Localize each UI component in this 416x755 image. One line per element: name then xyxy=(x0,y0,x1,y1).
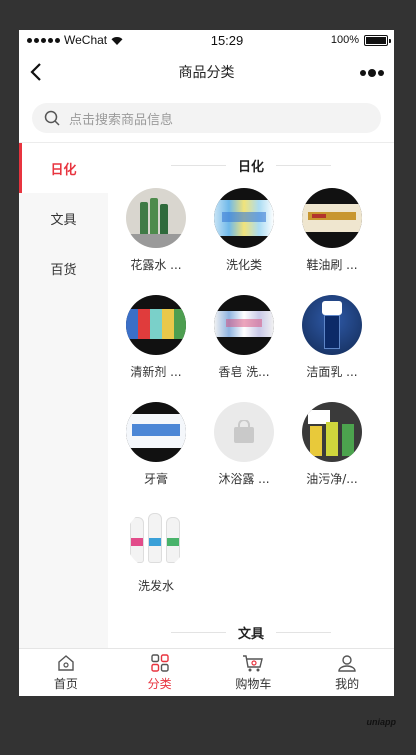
grid-item-label: 牙膏 xyxy=(143,472,168,486)
grid-item-label: 沐浴露 ... xyxy=(218,472,270,486)
grid-item-label: 洗化类 xyxy=(225,258,262,272)
section-title: 文具 xyxy=(108,610,394,649)
carrier-label: WeChat xyxy=(64,33,108,47)
shopping-bag-placeholder-image xyxy=(214,402,274,462)
sidebar-item-rihua[interactable]: 日化 xyxy=(19,143,108,193)
category-content: 日化 花露水 ... 洗化类 鞋油刷 ... 清新剂 ... 香皂 洗... 洁… xyxy=(108,143,394,649)
category-grid-icon xyxy=(150,654,169,672)
search-icon xyxy=(44,110,60,126)
floral-water-image xyxy=(126,188,186,248)
sidebar-item-baihuo[interactable]: 百货 xyxy=(19,243,108,293)
tab-cart[interactable]: 购物车 xyxy=(207,649,301,696)
shampoo-image xyxy=(126,509,186,569)
search-input[interactable]: 点击搜索商品信息 xyxy=(32,103,381,133)
tab-home[interactable]: 首页 xyxy=(19,649,113,696)
grid-item[interactable]: 鞋油刷 ... xyxy=(288,188,376,273)
wifi-icon xyxy=(111,36,123,45)
grid-item[interactable]: 洗发水 xyxy=(112,509,200,594)
soap-image xyxy=(214,295,274,355)
tab-mine[interactable]: 我的 xyxy=(300,649,394,696)
toiletries-image xyxy=(214,188,274,248)
home-icon xyxy=(58,655,74,671)
grid-item-label: 清新剂 ... xyxy=(130,365,182,379)
cart-icon xyxy=(243,655,264,672)
search-placeholder: 点击搜索商品信息 xyxy=(69,112,174,128)
category-sidebar: 日化 文具 百货 xyxy=(19,143,108,649)
grid-item-label: 洁面乳 ... xyxy=(306,365,358,379)
section-title: 日化 xyxy=(108,143,394,188)
status-time: 15:29 xyxy=(210,32,244,48)
degreaser-image xyxy=(302,402,362,462)
page-title: 商品分类 xyxy=(178,65,235,81)
watermark-logo: uniapp xyxy=(366,717,397,727)
phone-frame: WeChat 15:29 100% 商品分类 点击搜索商品信息 日化 文具 百货 xyxy=(19,30,394,696)
grid-item-label: 洗发水 xyxy=(137,579,174,593)
shopping-bag-icon xyxy=(234,420,254,443)
grid-item[interactable]: 油污净/... xyxy=(288,402,376,487)
grid-item[interactable]: 清新剂 ... xyxy=(112,295,200,380)
grid-item[interactable]: 沐浴露 ... xyxy=(200,402,288,487)
air-freshener-image xyxy=(126,295,186,355)
grid-item-label: 鞋油刷 ... xyxy=(306,258,358,272)
user-icon xyxy=(338,655,356,672)
battery-percent: 100% xyxy=(330,34,359,46)
tab-bar: 首页 分类 购物车 我的 xyxy=(19,648,394,696)
grid-item-label: 油污净/... xyxy=(306,472,358,486)
tab-category[interactable]: 分类 xyxy=(113,649,207,696)
back-arrow-icon[interactable] xyxy=(29,62,43,82)
signal-icon xyxy=(27,37,60,43)
navbar: 商品分类 xyxy=(19,50,394,94)
shoe-polish-image xyxy=(302,188,362,248)
grid-item-label: 香皂 洗... xyxy=(218,365,270,379)
more-menu-icon[interactable] xyxy=(360,69,384,77)
sidebar-item-wenju[interactable]: 文具 xyxy=(19,193,108,243)
grid-item[interactable]: 花露水 ... xyxy=(112,188,200,273)
grid-item[interactable]: 洁面乳 ... xyxy=(288,295,376,380)
product-grid: 花露水 ... 洗化类 鞋油刷 ... 清新剂 ... 香皂 洗... 洁面乳 … xyxy=(108,188,394,594)
grid-item-label: 花露水 ... xyxy=(130,258,182,272)
battery-icon xyxy=(363,34,391,46)
grid-item[interactable]: 洗化类 xyxy=(200,188,288,273)
toothpaste-image xyxy=(126,402,186,462)
grid-item[interactable]: 牙膏 xyxy=(112,402,200,487)
grid-item[interactable]: 香皂 洗... xyxy=(200,295,288,380)
status-bar: WeChat 15:29 100% xyxy=(19,30,394,50)
facial-cleanser-image xyxy=(302,295,362,355)
